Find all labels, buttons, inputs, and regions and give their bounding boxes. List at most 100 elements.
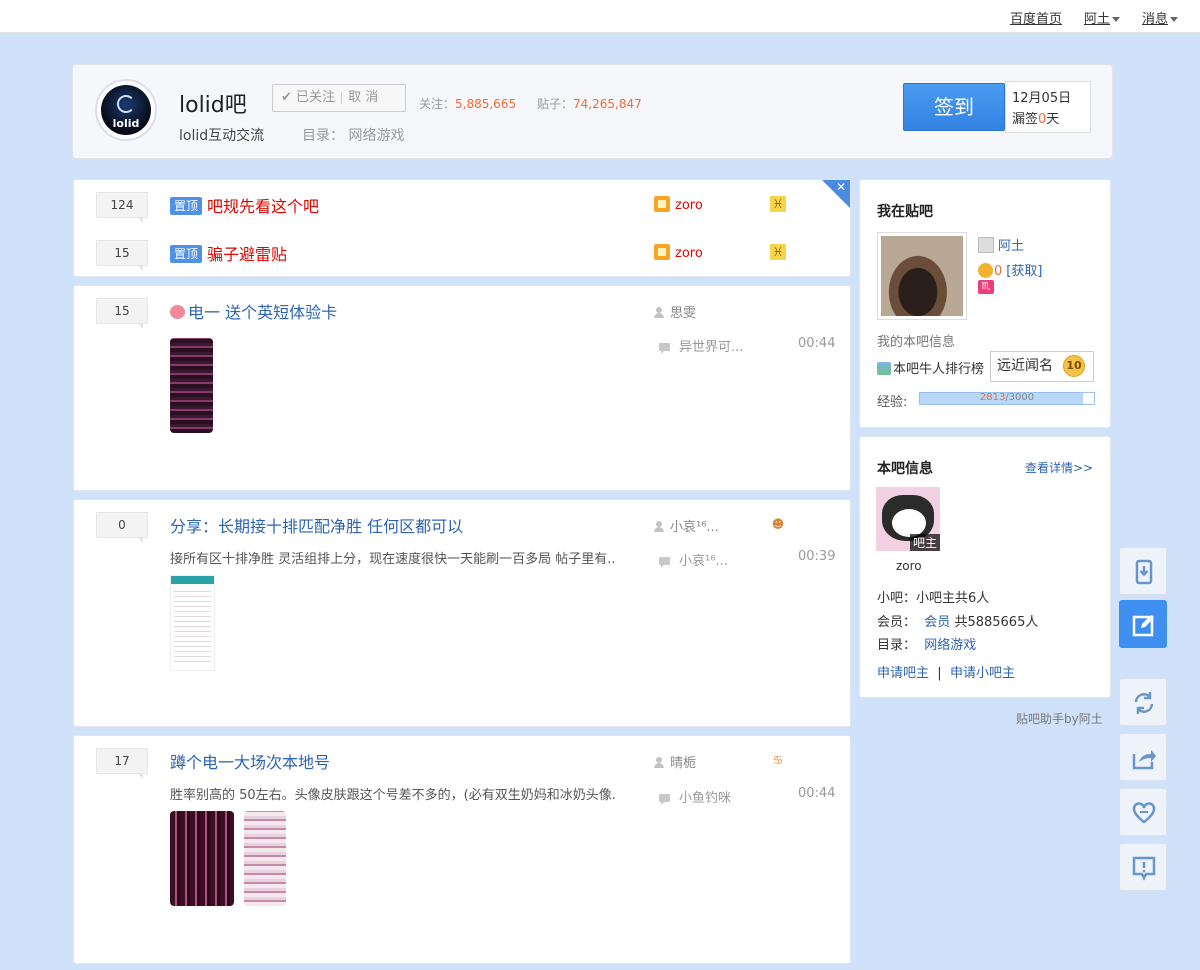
moon-icon — [117, 95, 135, 113]
thread-author[interactable]: 小哀¹⁶... — [654, 516, 719, 535]
forum-name: lolid吧 — [179, 93, 247, 118]
unfollow-button[interactable]: 取 消 — [348, 90, 378, 105]
small-owner-label: 小吧： — [877, 591, 917, 606]
reply-count: 124 — [96, 192, 148, 223]
reply-count: 15 — [96, 298, 148, 329]
follow-label: 已关注 — [296, 90, 336, 105]
forum-description: lolid互动交流 — [179, 128, 265, 144]
thread-excerpt: 接所有区十排净胜 灵活组排上分，现在速度很快一天能刷一百多局 帖子里有... — [170, 552, 615, 567]
thread-title[interactable]: 置顶 吧规先看这个吧 — [170, 193, 319, 217]
missed-days: 漏签0天 — [1012, 109, 1090, 130]
owner-name[interactable]: zoro — [896, 559, 922, 573]
owner-avatar-face — [892, 509, 926, 537]
footer-note: 贴吧助手by阿土 — [1016, 712, 1103, 726]
directory-label: 目录： — [877, 638, 917, 653]
sign-in-button[interactable]: 签到 — [903, 83, 1005, 131]
thread-author[interactable]: 晴栀 — [654, 752, 696, 771]
share-icon — [1132, 750, 1156, 770]
last-reply-time: 00:39 — [798, 549, 836, 564]
view-details-link[interactable]: 查看详情>> — [1025, 459, 1093, 476]
report-button[interactable] — [1119, 843, 1167, 891]
check-icon: ✔ — [281, 90, 292, 105]
user-avatar-image — [881, 236, 963, 316]
my-bar-info-label: 我的本吧信息 — [877, 335, 956, 350]
new-post-button[interactable] — [1119, 600, 1167, 648]
panel-title: 本吧信息 — [877, 461, 933, 477]
post-image-thumbnail[interactable] — [170, 338, 213, 433]
forum-avatar[interactable]: lolid — [95, 79, 157, 141]
user-name-link[interactable]: 阿土 — [998, 239, 1024, 254]
zodiac-scorpio-icon: ♏ — [978, 280, 994, 294]
thread-author-name: 小哀¹⁶... — [670, 520, 719, 535]
messages-menu[interactable]: 消息 — [1142, 8, 1178, 27]
share-button[interactable] — [1119, 733, 1167, 781]
followers-label: 关注： — [419, 97, 456, 111]
phone-download-icon — [1135, 559, 1153, 585]
members-value: 共5885665人 — [954, 615, 1039, 630]
apply-small-owner-link[interactable]: 申请小吧主 — [950, 666, 1015, 681]
level-name: 远近闻名 — [997, 358, 1053, 374]
thread-author[interactable]: 思雯 — [654, 302, 696, 321]
last-reply-name: 异世界可... — [679, 340, 744, 355]
home-link[interactable]: 百度首页 — [1010, 8, 1062, 27]
posts-stat: 贴子：74,265,847 — [537, 95, 642, 112]
sign-date: 12月05日 — [1012, 91, 1072, 106]
directory-row: 目录： 网络游戏 — [877, 634, 976, 653]
comment-icon — [659, 343, 670, 354]
user-icon — [654, 521, 664, 532]
thread-title-text: 吧规先看这个吧 — [207, 197, 320, 216]
user-icon — [978, 237, 994, 253]
ranking-icon — [877, 362, 891, 375]
thread-author[interactable]: zoro — [654, 196, 703, 213]
messages-menu-label: 消息 — [1141, 12, 1168, 27]
directory-link[interactable]: 网络游戏 — [924, 638, 976, 653]
thumbnail-list-lines — [174, 590, 211, 666]
thread-title[interactable]: 电一 送个英短体验卡 — [170, 299, 337, 323]
coins-row: 0 [获取] — [978, 260, 1042, 279]
rank-link[interactable]: 本吧牛人排行榜 — [877, 358, 984, 377]
crown-icon — [654, 196, 670, 212]
last-reply-user[interactable]: 小鱼钓咪 — [659, 787, 731, 806]
last-reply-user[interactable]: 小哀¹⁶... — [659, 550, 728, 569]
user-menu[interactable]: 阿土 — [1084, 8, 1120, 27]
apply-row: 申请吧主 | 申请小吧主 — [877, 666, 1015, 681]
exp-progress-bar: 2813/3000 — [919, 392, 1095, 405]
post-image-thumbnail[interactable] — [170, 811, 234, 906]
exp-progress-text: 2813/3000 — [979, 392, 1035, 403]
last-reply-user[interactable]: 异世界可... — [659, 336, 743, 355]
thread-author[interactable]: zoro — [654, 244, 703, 261]
followers-stat: 关注：5,885,665 — [419, 95, 516, 112]
post-image-thumbnail[interactable] — [244, 811, 286, 906]
directory-link[interactable]: 网络游戏 — [348, 128, 404, 144]
reply-count: 0 — [96, 512, 148, 543]
followers-count: 5,885,665 — [455, 97, 517, 111]
download-app-button[interactable] — [1119, 547, 1167, 595]
thread-title[interactable]: 蹲个电一大场次本地号 — [170, 749, 330, 773]
follow-toggle[interactable]: ✔ 已关注取 消 — [272, 84, 406, 112]
gingerbread-badge-icon: ☻ — [771, 517, 785, 531]
post-image-thumbnail[interactable] — [170, 575, 215, 671]
refresh-button[interactable] — [1119, 678, 1167, 726]
last-reply-name: 小哀¹⁶... — [679, 554, 728, 569]
thread-title[interactable]: 分享：长期接十排匹配净胜 任何区都可以 — [170, 513, 463, 537]
level-box[interactable]: 远近闻名 10 — [990, 351, 1094, 382]
members-row: 会员： 会员 共5885665人 — [877, 611, 1038, 630]
thread-title[interactable]: 置顶 骗子避雷贴 — [170, 241, 287, 265]
sign-in-info: 12月05日 漏签0天 — [1005, 81, 1091, 133]
close-icon[interactable]: ✕ — [836, 180, 846, 194]
small-owner-value: 小吧主共6人 — [916, 591, 990, 606]
favorite-button[interactable] — [1119, 788, 1167, 836]
thread-author-name: 晴栀 — [670, 756, 697, 771]
pinned-tag: 置顶 — [170, 245, 203, 263]
members-link[interactable]: 会员 — [924, 615, 950, 630]
user-avatar[interactable] — [877, 232, 967, 320]
user-name-row: 阿土 — [978, 235, 1024, 254]
thread-excerpt: 胜率别高的 50左右。头像皮肤跟这个号差不多的，(必有双生奶妈和冰奶头像... — [170, 788, 615, 803]
thread-author-name: zoro — [675, 246, 703, 261]
level-badge-icon: 10 — [1063, 355, 1085, 377]
coin-count: 0 — [994, 264, 1003, 279]
get-coins-link[interactable]: [获取] — [1006, 264, 1042, 279]
pig-icon — [170, 305, 185, 319]
owner-avatar[interactable]: 吧主 — [876, 487, 940, 551]
apply-owner-link[interactable]: 申请吧主 — [877, 666, 929, 681]
